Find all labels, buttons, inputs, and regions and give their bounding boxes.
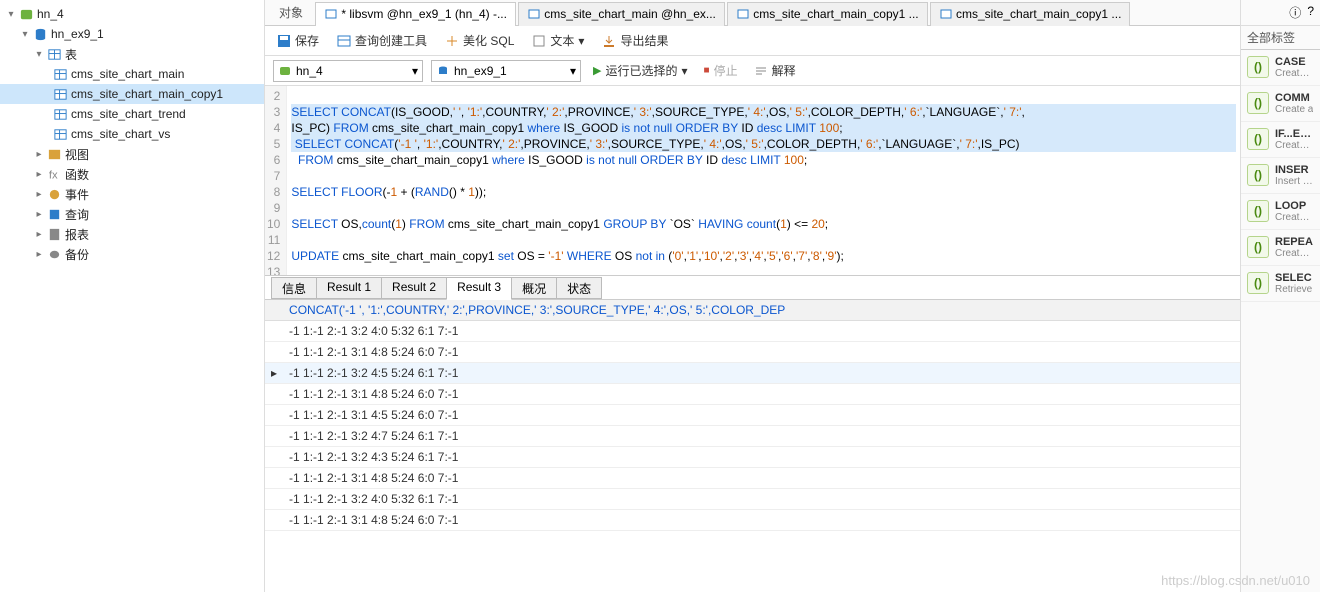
node-icon: fx bbox=[46, 166, 62, 182]
tree-node[interactable]: ▸查询 bbox=[0, 204, 264, 224]
editor-tab[interactable]: cms_site_chart_main_copy1 ... bbox=[930, 2, 1131, 26]
snippet-icon: () bbox=[1247, 236, 1269, 258]
snippet-item[interactable]: ()SELECRetrieve bbox=[1241, 266, 1320, 302]
column-header[interactable]: CONCAT('-1 ', '1:',COUNTRY,' 2:',PROVINC… bbox=[283, 300, 1240, 321]
database-icon bbox=[32, 26, 48, 42]
snippet-item[interactable]: ()INSERInsert ne into an table bbox=[1241, 158, 1320, 194]
info-icon[interactable]: ⓘ bbox=[1289, 4, 1301, 21]
tab-icon bbox=[736, 7, 750, 21]
node-icon bbox=[46, 206, 62, 222]
stop-button[interactable]: ■停止 bbox=[700, 59, 742, 82]
result-tab[interactable]: Result 1 bbox=[316, 277, 382, 299]
table-row[interactable]: ▸-1 1:-1 2:-1 3:2 4:5 5:24 6:1 7:-1 bbox=[265, 363, 1240, 384]
tree-table[interactable]: cms_site_chart_trend bbox=[0, 104, 264, 124]
table-icon bbox=[52, 66, 68, 82]
result-tab[interactable]: Result 2 bbox=[381, 277, 447, 299]
database-combo[interactable]: hn_ex9_1▾ bbox=[431, 60, 581, 82]
connection-combo[interactable]: hn_4▾ bbox=[273, 60, 423, 82]
tree-table[interactable]: cms_site_chart_main_copy1 bbox=[0, 84, 264, 104]
snippet-icon: () bbox=[1247, 272, 1269, 294]
object-label: 对象 bbox=[269, 4, 313, 21]
table-row[interactable]: -1 1:-1 2:-1 3:1 4:8 5:24 6:0 7:-1 bbox=[265, 384, 1240, 405]
editor-tab[interactable]: cms_site_chart_main @hn_ex... bbox=[518, 2, 725, 26]
svg-text:fx: fx bbox=[48, 169, 57, 181]
editor-tab[interactable]: * libsvm @hn_ex9_1 (hn_4) -... bbox=[315, 2, 516, 26]
snippet-icon: () bbox=[1247, 56, 1269, 78]
line-gutter: 2345678910111213 bbox=[265, 86, 287, 275]
sql-editor[interactable]: 2345678910111213 SELECT CONCAT(IS_GOOD,'… bbox=[265, 86, 1240, 276]
result-tab[interactable]: 状态 bbox=[556, 277, 602, 299]
tree-database[interactable]: ▾ hn_ex9_1 bbox=[0, 24, 264, 44]
code-area[interactable]: SELECT CONCAT(IS_GOOD,' ', '1:',COUNTRY,… bbox=[287, 86, 1240, 275]
db-tree[interactable]: ▾ hn_4 ▾ hn_ex9_1 ▾ 表 cms_site_chart_mai… bbox=[0, 0, 265, 592]
result-grid[interactable]: CONCAT('-1 ', '1:',COUNTRY,' 2:',PROVINC… bbox=[265, 300, 1240, 592]
table-row[interactable]: -1 1:-1 2:-1 3:2 4:0 5:32 6:1 7:-1 bbox=[265, 321, 1240, 342]
table-row[interactable]: -1 1:-1 2:-1 3:2 4:3 5:24 6:1 7:-1 bbox=[265, 447, 1240, 468]
editor-tab[interactable]: cms_site_chart_main_copy1 ... bbox=[727, 2, 928, 26]
twisty-icon: ▾ bbox=[4, 9, 18, 20]
tree-node[interactable]: ▸fx函数 bbox=[0, 164, 264, 184]
query-builder-button[interactable]: 查询创建工具 bbox=[333, 29, 431, 52]
snippet-item[interactable]: ()LOOPCreate a loop co bbox=[1241, 194, 1320, 230]
tree-node[interactable]: ▸备份 bbox=[0, 244, 264, 264]
result-tab[interactable]: Result 3 bbox=[446, 277, 512, 300]
tab-icon bbox=[324, 7, 338, 21]
node-icon bbox=[46, 226, 62, 242]
beautify-sql-button[interactable]: 美化 SQL bbox=[441, 29, 518, 52]
toolbar: 保存 查询创建工具 美化 SQL 文本 ▾ 导出结果 bbox=[265, 26, 1240, 56]
snippet-icon: () bbox=[1247, 164, 1269, 186]
tree-connection[interactable]: ▾ hn_4 bbox=[0, 4, 264, 24]
table-row[interactable]: -1 1:-1 2:-1 3:1 4:8 5:24 6:0 7:-1 bbox=[265, 342, 1240, 363]
node-icon bbox=[46, 186, 62, 202]
snippet-icon: () bbox=[1247, 92, 1269, 114]
tab-icon bbox=[939, 7, 953, 21]
table-row[interactable]: -1 1:-1 2:-1 3:1 4:8 5:24 6:0 7:-1 bbox=[265, 510, 1240, 531]
tree-node[interactable]: ▸事件 bbox=[0, 184, 264, 204]
snippet-filter-tab[interactable]: 全部标签 bbox=[1241, 26, 1320, 50]
snippet-pane[interactable]: ⓘ ? 全部标签 ()CASECreate a conditional cons… bbox=[1240, 0, 1320, 592]
result-tab[interactable]: 信息 bbox=[271, 277, 317, 299]
table-icon bbox=[52, 86, 68, 102]
save-button[interactable]: 保存 bbox=[273, 29, 323, 52]
tree-tables-folder[interactable]: ▾ 表 bbox=[0, 44, 264, 64]
run-bar: hn_4▾ hn_ex9_1▾ ▶运行已选择的 ▾ ■停止 解释 bbox=[265, 56, 1240, 86]
main-area: 对象 * libsvm @hn_ex9_1 (hn_4) -... cms_si… bbox=[265, 0, 1240, 592]
table-icon bbox=[52, 126, 68, 142]
explain-button[interactable]: 解释 bbox=[750, 59, 800, 82]
node-icon bbox=[46, 246, 62, 262]
help-icon[interactable]: ? bbox=[1307, 4, 1314, 21]
tree-table[interactable]: cms_site_chart_main bbox=[0, 64, 264, 84]
result-tabs[interactable]: 信息Result 1Result 2Result 3概况状态 bbox=[265, 276, 1240, 300]
table-row[interactable]: -1 1:-1 2:-1 3:1 4:8 5:24 6:0 7:-1 bbox=[265, 468, 1240, 489]
conn-label: hn_4 bbox=[37, 7, 64, 21]
tree-table[interactable]: cms_site_chart_vs bbox=[0, 124, 264, 144]
text-button[interactable]: 文本 ▾ bbox=[528, 29, 588, 52]
table-row[interactable]: -1 1:-1 2:-1 3:2 4:7 5:24 6:1 7:-1 bbox=[265, 426, 1240, 447]
table-row[interactable]: -1 1:-1 2:-1 3:2 4:0 5:32 6:1 7:-1 bbox=[265, 489, 1240, 510]
snippet-item[interactable]: ()CASECreate a conditional construct bbox=[1241, 50, 1320, 86]
tree-node[interactable]: ▸报表 bbox=[0, 224, 264, 244]
export-button[interactable]: 导出结果 bbox=[598, 29, 672, 52]
table-icon bbox=[52, 106, 68, 122]
tab-icon bbox=[527, 7, 541, 21]
snippet-item[interactable]: ()REPEACreate A construct Statemer repea… bbox=[1241, 230, 1320, 266]
snippet-item[interactable]: ()COMMCreate a bbox=[1241, 86, 1320, 122]
snippet-icon: () bbox=[1247, 200, 1269, 222]
table-folder-icon bbox=[46, 46, 62, 62]
run-button[interactable]: ▶运行已选择的 ▾ bbox=[589, 59, 692, 82]
snippet-icon: () bbox=[1247, 128, 1269, 150]
connection-icon bbox=[18, 6, 34, 22]
table-row[interactable]: -1 1:-1 2:-1 3:1 4:5 5:24 6:0 7:-1 bbox=[265, 405, 1240, 426]
snippet-item[interactable]: ()IF...ELSCreate a construct bbox=[1241, 122, 1320, 158]
editor-tabs[interactable]: 对象 * libsvm @hn_ex9_1 (hn_4) -... cms_si… bbox=[265, 0, 1240, 26]
db-label: hn_ex9_1 bbox=[51, 27, 104, 41]
tree-node[interactable]: ▸视图 bbox=[0, 144, 264, 164]
node-icon bbox=[46, 146, 62, 162]
result-tab[interactable]: 概况 bbox=[511, 277, 557, 299]
